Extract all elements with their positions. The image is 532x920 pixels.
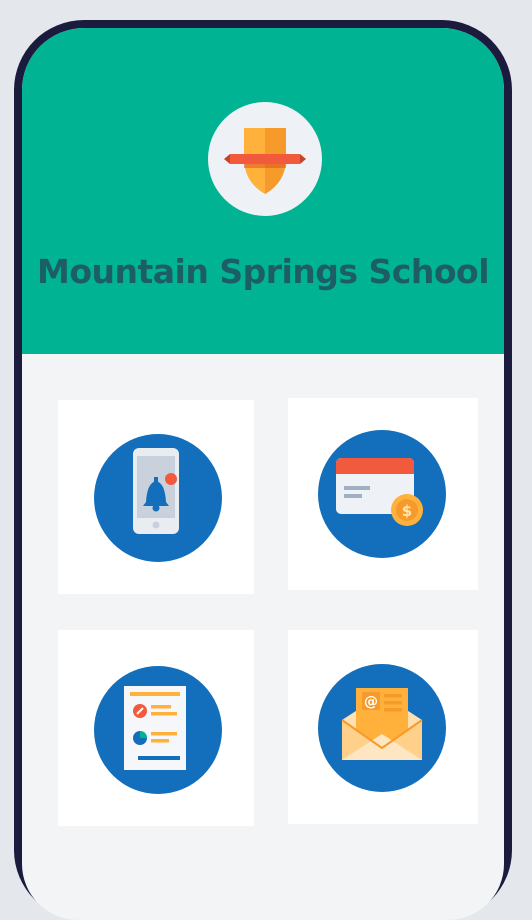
envelope-at-icon: @ <box>341 688 423 760</box>
svg-text:$: $ <box>402 502 412 520</box>
reports-tile[interactable] <box>58 630 254 826</box>
shield-ribbon-icon <box>224 128 306 194</box>
notifications-tile[interactable] <box>58 400 254 594</box>
card-dollar-icon: $ <box>336 458 423 526</box>
svg-text:@: @ <box>364 694 378 710</box>
document-chart-icon <box>124 686 186 770</box>
app-screen: Mountain Springs School $ @ <box>22 28 504 920</box>
phone-frame: Mountain Springs School $ @ <box>14 20 512 920</box>
school-name: Mountain Springs School <box>36 252 490 291</box>
school-header: Mountain Springs School <box>22 28 504 354</box>
school-logo <box>208 102 322 216</box>
payments-tile[interactable]: $ <box>288 398 478 590</box>
phone-bell-icon <box>133 448 179 534</box>
messages-tile[interactable]: @ <box>288 630 478 824</box>
